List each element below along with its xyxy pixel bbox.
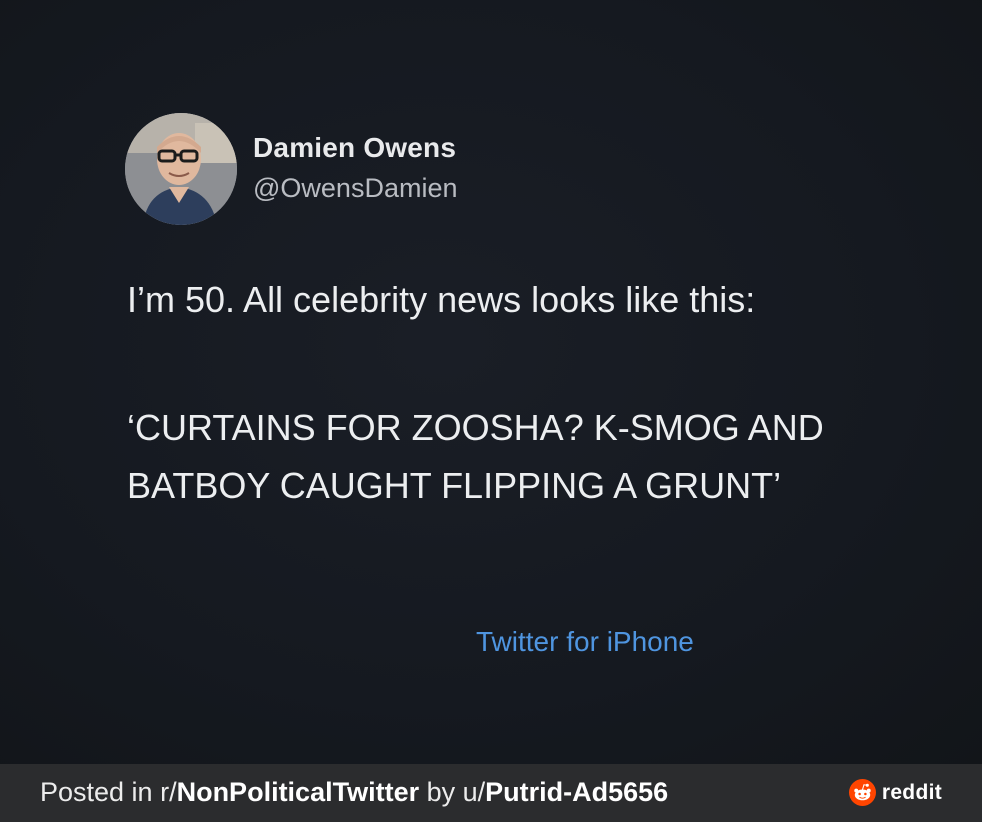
posted-in-label: Posted in <box>40 777 161 807</box>
tweet-text-paragraph-1: I’m 50. All celebrity news looks like th… <box>127 279 756 320</box>
by-label: by <box>419 777 463 807</box>
avatar-photo-icon <box>125 113 237 225</box>
reddit-wordmark: reddit <box>881 780 942 804</box>
author-name[interactable]: Damien Owens <box>253 132 456 164</box>
reddit-footer: Posted in r/NonPoliticalTwitter by u/Put… <box>0 764 982 822</box>
user-prefix: u/ <box>462 777 486 807</box>
reddit-brand[interactable]: reddit <box>848 779 942 806</box>
tweet-card: Damien Owens @OwensDamien I’m 50. All ce… <box>0 0 982 764</box>
subreddit-link[interactable]: NonPoliticalTwitter <box>177 777 420 807</box>
username-link[interactable]: Putrid-Ad5656 <box>485 777 668 807</box>
avatar[interactable] <box>125 113 237 225</box>
reddit-logo-icon <box>848 779 876 806</box>
tweet-text-paragraph-2: ‘CURTAINS FOR ZOOSHA? K-SMOG AND BATBOY … <box>127 407 824 506</box>
tweet-source-link[interactable]: Twitter for iPhone <box>476 626 694 658</box>
subreddit-prefix: r/ <box>160 777 177 807</box>
post-attribution: Posted in r/NonPoliticalTwitter by u/Put… <box>40 777 668 808</box>
author-handle[interactable]: @OwensDamien <box>253 173 457 204</box>
